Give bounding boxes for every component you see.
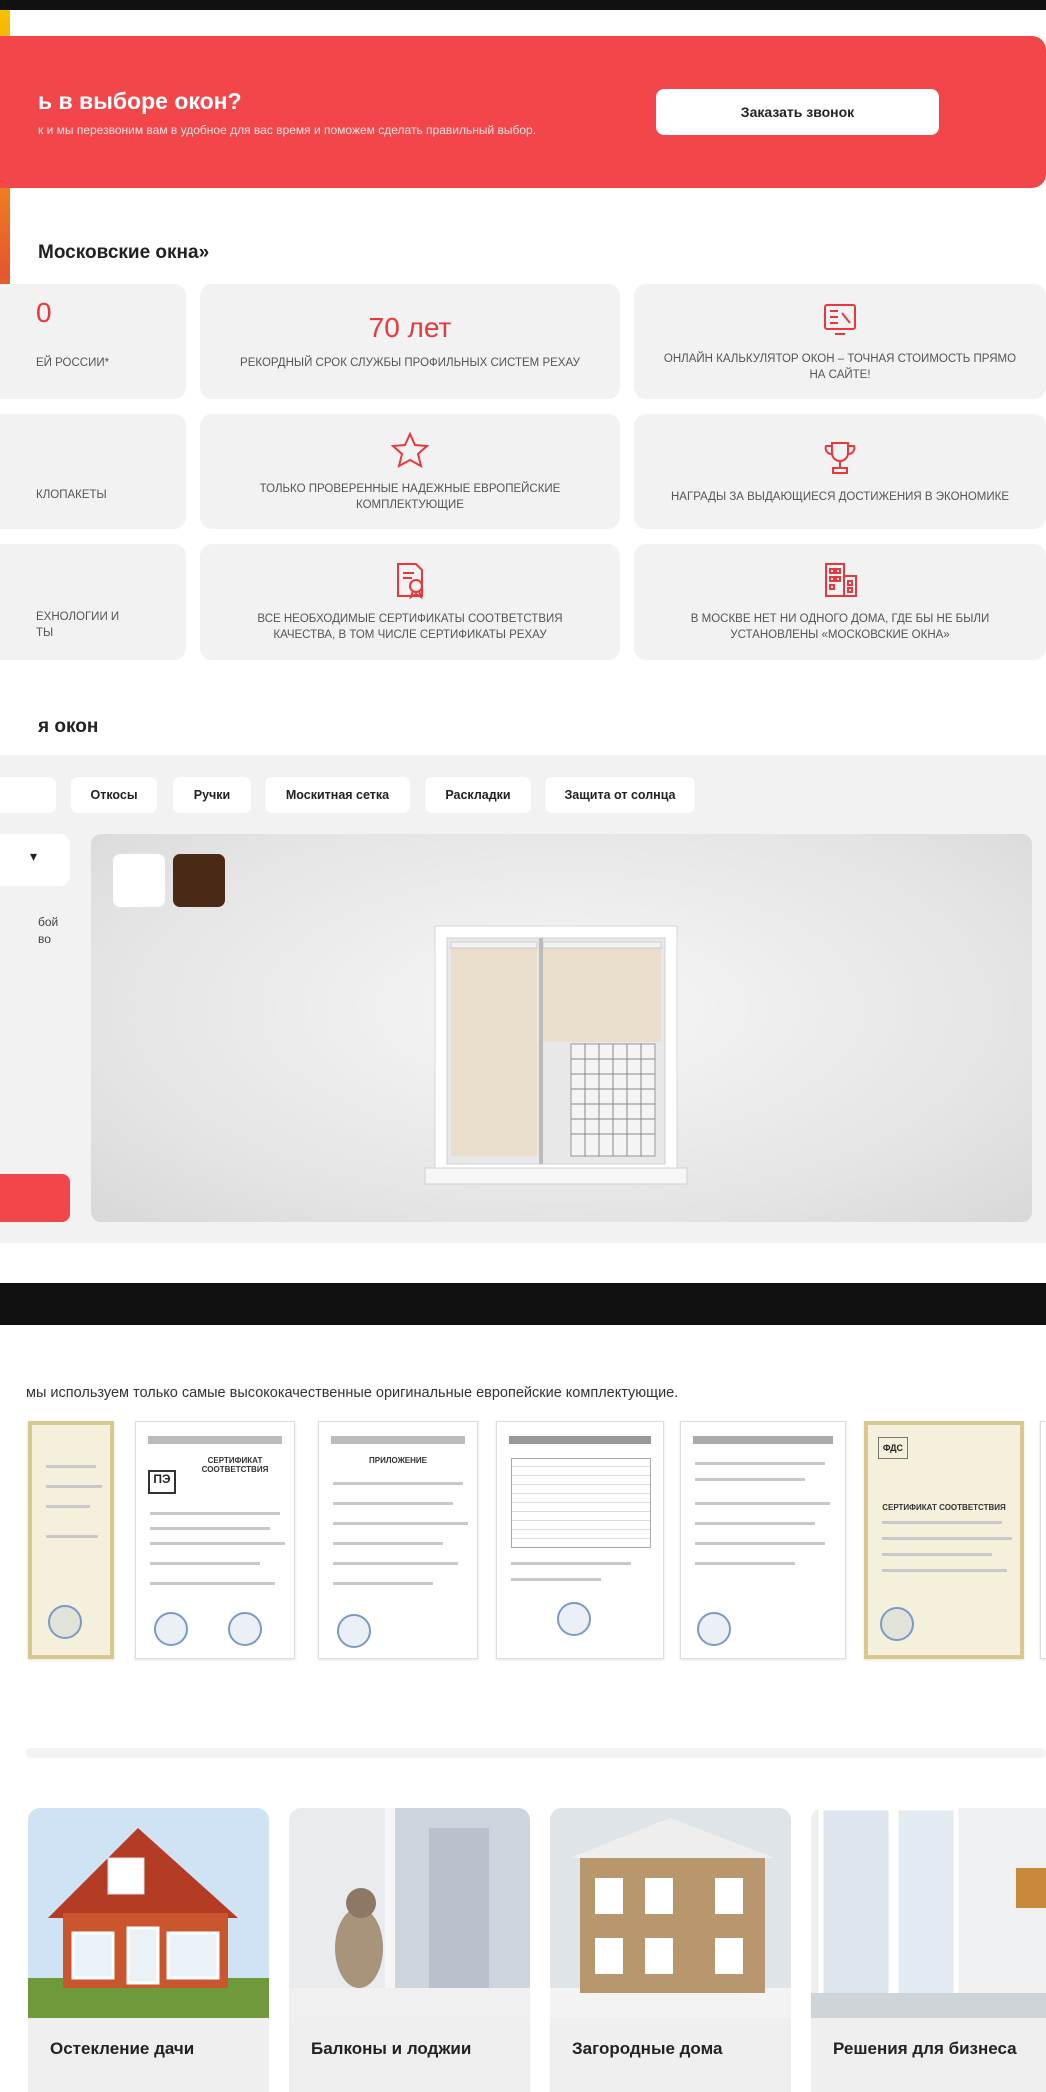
advantage-card-certificates: ВСЕ НЕОБХОДИМЫЕ СЕРТИФИКАТЫ СООТВЕТСТВИЯ… [200,544,620,660]
tab-hidden[interactable] [0,777,56,813]
certificate-title: СЕРТИФИКАТ СООТВЕТСТВИЯ [882,1503,1006,1512]
certificate-mark-icon: ФДС [878,1437,908,1459]
category-tile-balconies[interactable]: Балконы и лоджии [289,1808,530,2092]
trophy-icon [820,438,860,478]
option-description: бой во [38,915,59,946]
certificate-mark-icon: ПЭ [148,1470,176,1494]
category-tile-country-houses[interactable]: Загородные дома [550,1808,791,2092]
certificate-thumbnail[interactable]: ФДС СЕРТИФИКАТ СООТВЕТСТВИЯ [864,1421,1024,1659]
order-call-button[interactable]: Заказать звонок [656,89,939,135]
advantage-card-text: КЛОПАКЕТЫ [36,489,107,501]
advantage-card-calculator: ОНЛАЙН КАЛЬКУЛЯТОР ОКОН – ТОЧНАЯ СТОИМОС… [634,284,1046,399]
option-selector[interactable]: ▾ [0,834,70,886]
category-image [550,1808,791,2018]
certificate-title: СЕРТИФИКАТ СООТВЕТСТВИЯ [201,1456,269,1474]
calculator-screen-icon [820,300,860,340]
category-image [289,1808,530,2018]
building-icon [820,560,860,600]
advantage-card-value: 70 лет [368,311,452,343]
advantage-card-text: ЕХНОЛОГИИ И ТЫ [36,611,120,639]
category-label: Решения для бизнеса [833,2039,1017,2058]
tab-sun-protection[interactable]: Защита от солнца [545,777,695,813]
category-label: Остекление дачи [50,2039,195,2058]
banner-subtitle: к и мы перезвоним вам в удобное для вас … [38,123,537,137]
tab-layouts[interactable]: Раскладки [425,777,531,813]
advantage-card-left-3: ЕХНОЛОГИИ И ТЫ [0,544,186,660]
category-tile-business[interactable]: Решения для бизнеса [811,1808,1046,2092]
configurator-title: я окон [38,716,99,737]
header-strip [0,0,1046,10]
section-separator [0,1283,1046,1325]
category-image [811,1808,1046,2018]
certificate-title: ПРИЛОЖЕНИЕ [369,1456,427,1465]
category-label: Загородные дома [572,2039,723,2058]
advantage-card-text: ЕЙ РОССИИ* [36,357,110,369]
certificate-thumbnail[interactable] [28,1421,114,1659]
category-label: Балконы и лоджии [311,2039,472,2058]
advantage-card-value: 0 [36,297,52,328]
certificate-thumbnail[interactable] [680,1421,846,1659]
configurator-action-button[interactable] [0,1174,70,1222]
color-swatch-brown[interactable] [173,854,225,907]
advantage-card-text: ОНЛАЙН КАЛЬКУЛЯТОР ОКОН – ТОЧНАЯ СТОИМОС… [663,352,1017,381]
advantage-card-moscow: В МОСКВЕ НЕТ НИ ОДНОГО ДОМА, ГДЕ БЫ НЕ Б… [634,544,1046,660]
advantage-card-text: РЕКОРДНЫЙ СРОК СЛУЖБЫ ПРОФИЛЬНЫХ СИСТЕМ … [240,356,580,369]
certificate-thumbnail[interactable] [496,1421,664,1659]
certificates-text: мы используем только самые высококачеств… [26,1385,679,1401]
certificate-thumbnail[interactable]: ПРИЛОЖЕНИЕ [318,1421,478,1659]
color-swatch-white[interactable] [113,854,165,907]
category-tile-dacha[interactable]: Остекление дачи [28,1808,269,2092]
advantage-card-text: ТОЛЬКО ПРОВЕРЕННЫЕ НАДЕЖНЫЕ ЕВРОПЕЙСКИЕ … [259,482,561,511]
tab-handles[interactable]: Ручки [173,777,251,813]
advantages-title: Московские окна» [38,242,210,263]
advantage-card-text: ВСЕ НЕОБХОДИМЫЕ СЕРТИФИКАТЫ СООТВЕТСТВИЯ… [257,613,563,641]
window-illustration [424,925,688,1185]
banner-title: ь в выборе окон? [38,88,242,114]
advantage-card-text: В МОСКВЕ НЕТ НИ ОДНОГО ДОМА, ГДЕ БЫ НЕ Б… [690,613,990,641]
advantage-card-service-life: 70 лет РЕКОРДНЫЙ СРОК СЛУЖБЫ ПРОФИЛЬНЫХ … [200,284,620,399]
advantage-card-left-1: 0 ЕЙ РОССИИ* [0,284,186,399]
tab-mosquito-net[interactable]: Москитная сетка [265,777,410,813]
certificate-icon [390,560,430,600]
advantage-card-left-2: КЛОПАКЕТЫ [0,414,186,529]
advantage-card-text: НАГРАДЫ ЗА ВЫДАЮЩИЕСЯ ДОСТИЖЕНИЯ В ЭКОНО… [671,490,1009,503]
tab-slopes[interactable]: Откосы [71,777,157,813]
section-divider [26,1748,1046,1758]
window-preview [91,834,1032,1222]
advantage-card-awards: НАГРАДЫ ЗА ВЫДАЮЩИЕСЯ ДОСТИЖЕНИЯ В ЭКОНО… [634,414,1046,529]
advantage-card-components: ТОЛЬКО ПРОВЕРЕННЫЕ НАДЕЖНЫЕ ЕВРОПЕЙСКИЕ … [200,414,620,529]
certificate-thumbnail[interactable]: СЕРТИФИКАТ СООТВЕТСТВИЯ ПЭ [135,1421,295,1659]
star-icon [390,430,430,470]
chevron-down-icon: ▾ [30,848,38,864]
category-image [28,1808,269,2018]
certificate-thumbnail[interactable] [1040,1421,1046,1659]
